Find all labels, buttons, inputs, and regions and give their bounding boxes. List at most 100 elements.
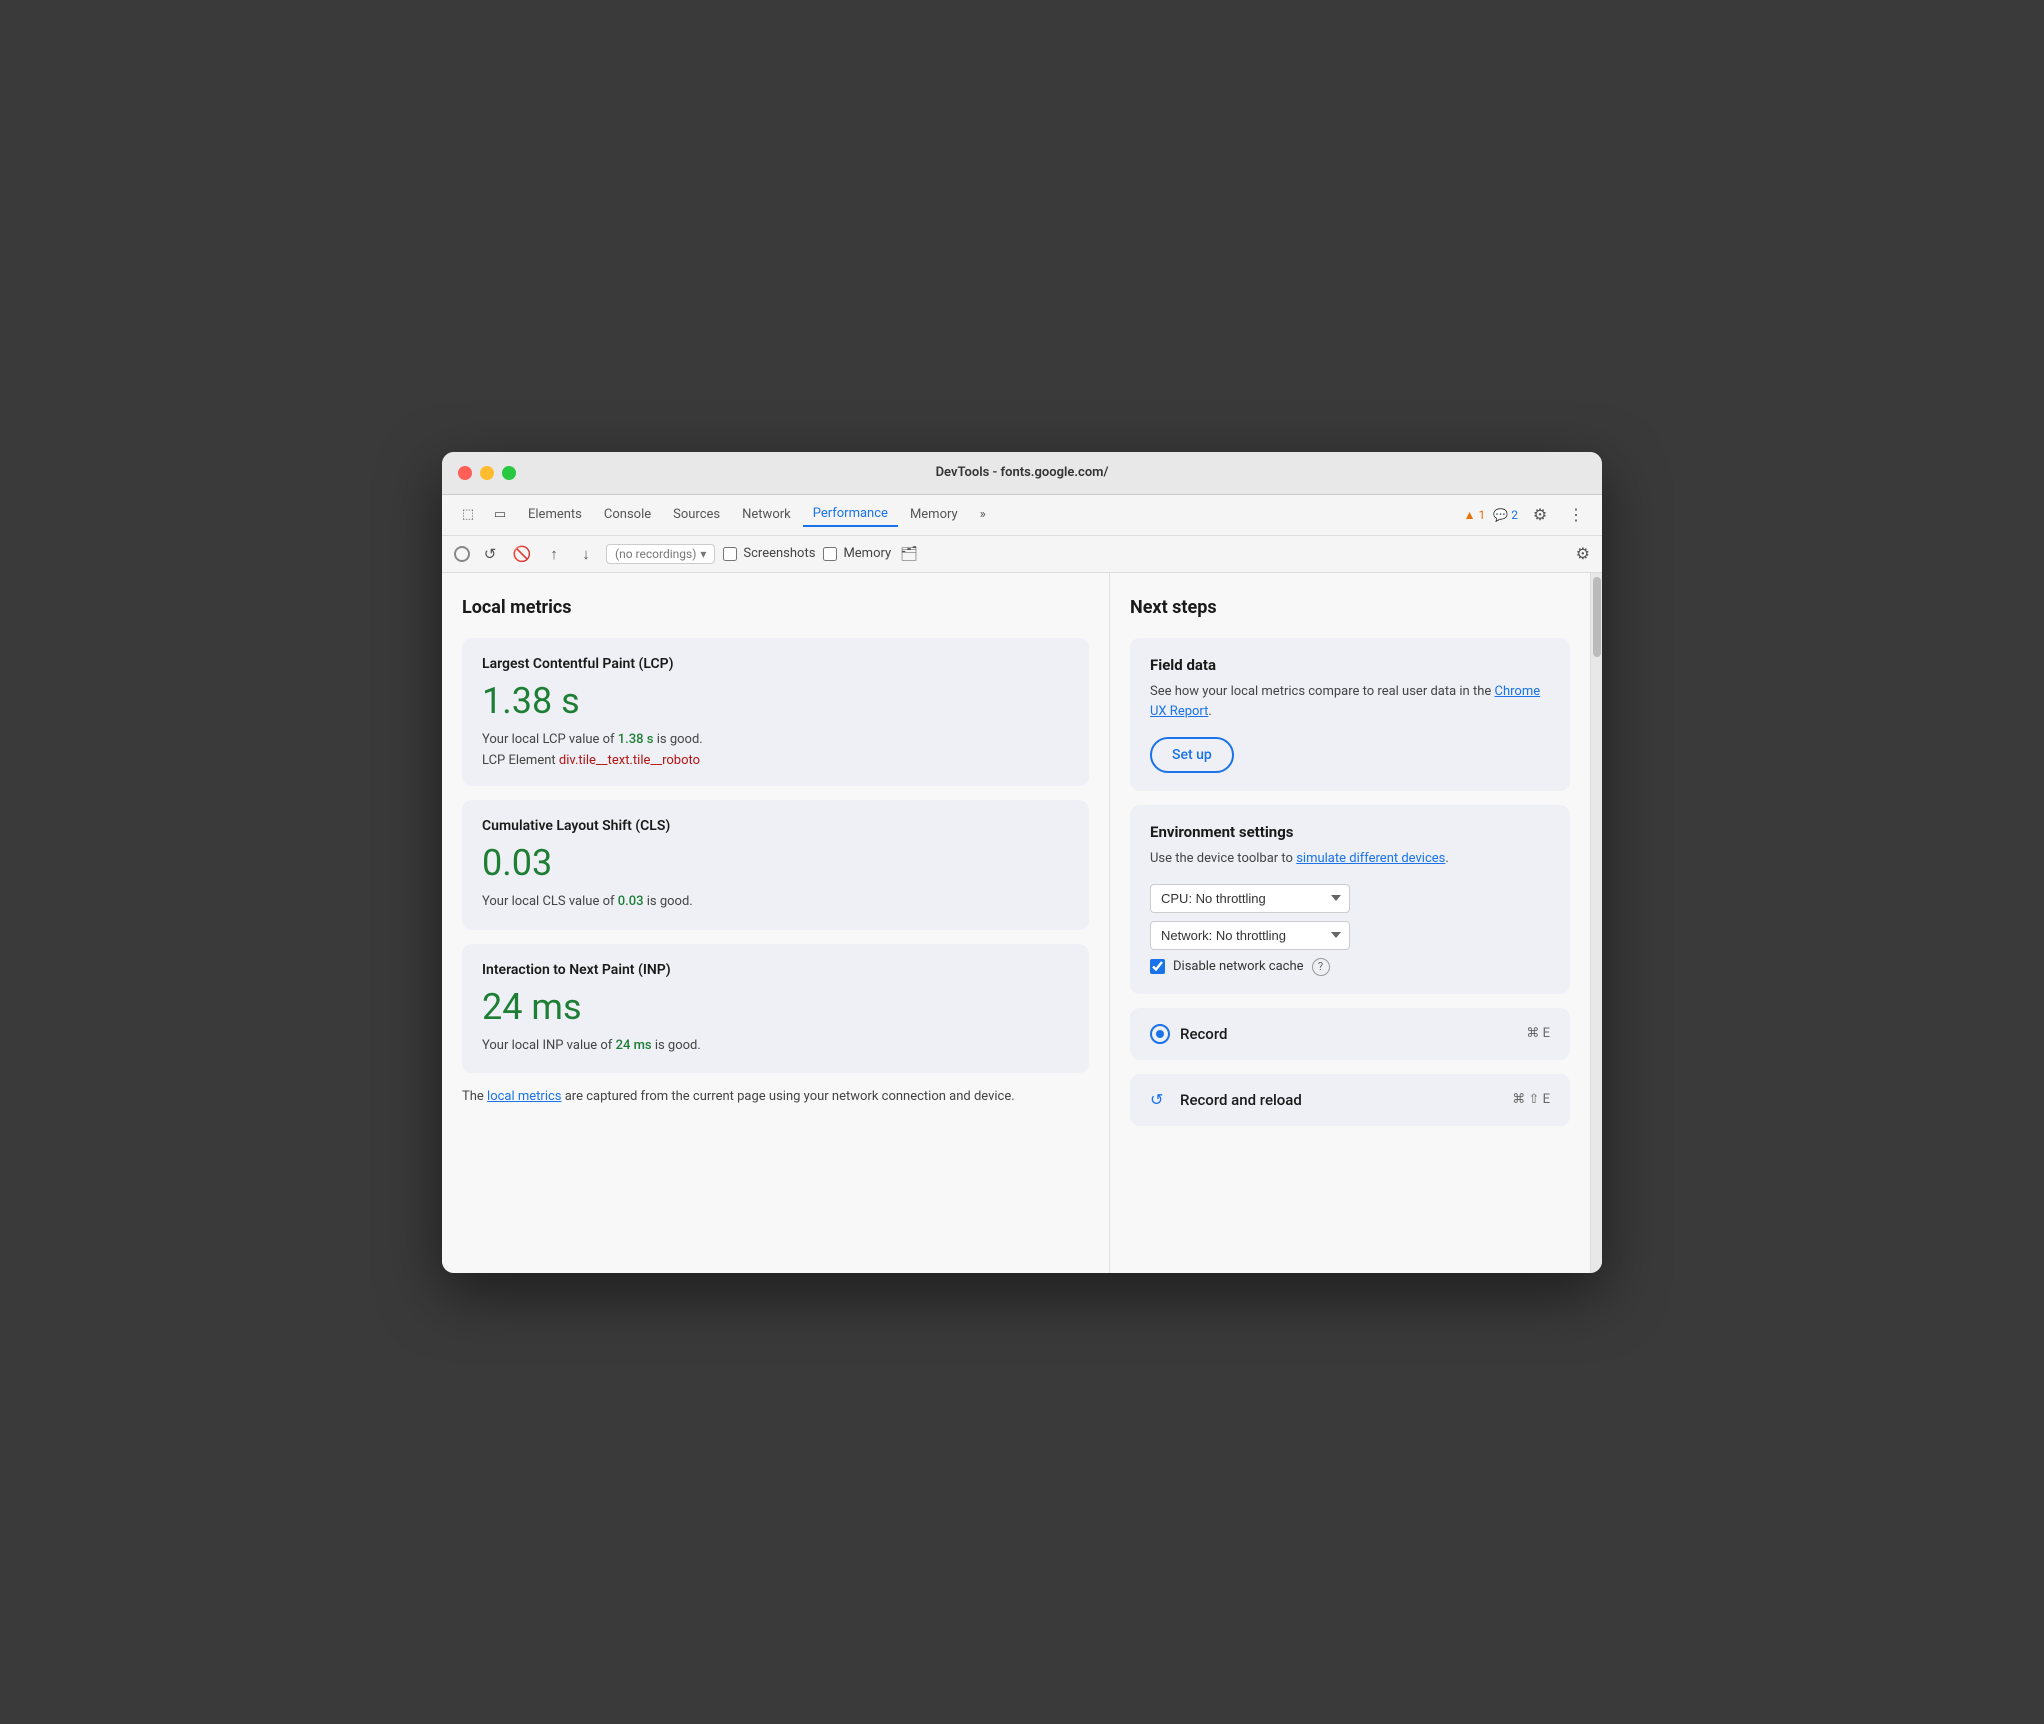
disable-cache-checkbox[interactable]: [1150, 959, 1165, 974]
cls-name: Cumulative Layout Shift (CLS): [482, 818, 1069, 834]
dropdown-arrow-icon: ▾: [700, 547, 706, 561]
upload-button[interactable]: ↑: [542, 542, 566, 566]
toolbar-tabs: Elements Console Sources Network Perform…: [518, 502, 1460, 527]
tab-console[interactable]: Console: [594, 503, 661, 526]
inp-desc-suffix: is good.: [652, 1038, 701, 1053]
record-shortcut: ⌘ E: [1526, 1026, 1550, 1041]
record-inner-icon: [1156, 1030, 1164, 1038]
performance-settings-icon[interactable]: ⚙: [1576, 544, 1590, 563]
record-label: Record: [1180, 1025, 1227, 1043]
help-icon[interactable]: ?: [1312, 958, 1330, 976]
network-dropdown-row: Network: No throttling: [1150, 921, 1550, 950]
environment-settings-card: Environment settings Use the device tool…: [1130, 805, 1570, 994]
refresh-button[interactable]: ↺: [478, 542, 502, 566]
warning-badge[interactable]: ▲ 1: [1464, 508, 1486, 522]
window-title: DevTools - fonts.google.com/: [936, 465, 1109, 480]
recordings-placeholder: (no recordings): [615, 547, 696, 561]
tab-sources[interactable]: Sources: [663, 503, 730, 526]
memory-checkbox[interactable]: [823, 547, 837, 561]
maximize-button[interactable]: [502, 466, 516, 480]
env-settings-desc: Use the device toolbar to simulate diffe…: [1150, 849, 1550, 870]
cls-desc-suffix: is good.: [644, 894, 693, 909]
memory-label: Memory: [843, 546, 891, 561]
inp-value: 24 ms: [482, 986, 1069, 1028]
recordings-dropdown[interactable]: (no recordings) ▾: [606, 544, 715, 564]
message-count: 2: [1511, 508, 1518, 522]
local-metrics-link[interactable]: local metrics: [487, 1089, 561, 1104]
tab-network[interactable]: Network: [732, 503, 801, 526]
note-prefix: The: [462, 1089, 487, 1104]
record-reload-action-card[interactable]: ↺ Record and reload ⌘ ⇧ E: [1130, 1074, 1570, 1126]
simulate-devices-link[interactable]: simulate different devices: [1296, 851, 1445, 866]
right-panel: Next steps Field data See how your local…: [1110, 573, 1590, 1273]
secondary-toolbar: ↺ 🚫 ↑ ↓ (no recordings) ▾ Screenshots Me…: [442, 536, 1602, 573]
record-action-card[interactable]: Record ⌘ E: [1130, 1008, 1570, 1060]
disable-cache-label: Disable network cache: [1173, 959, 1304, 974]
network-throttling-dropdown[interactable]: Network: No throttling: [1150, 921, 1350, 950]
lcp-element-link[interactable]: div.tile__text.tile__roboto: [559, 753, 700, 768]
more-options-icon[interactable]: ⋮: [1562, 501, 1590, 529]
cls-card: Cumulative Layout Shift (CLS) 0.03 Your …: [462, 800, 1089, 930]
primary-toolbar: ⬚ ▭ Elements Console Sources Network Per…: [442, 495, 1602, 536]
warning-triangle-icon: ▲: [1464, 508, 1476, 522]
close-button[interactable]: [458, 466, 472, 480]
lcp-desc-suffix: is good.: [654, 732, 703, 747]
field-data-card: Field data See how your local metrics co…: [1130, 638, 1570, 792]
lcp-element-row: LCP Element div.tile__text.tile__roboto: [482, 753, 1069, 768]
clear-button[interactable]: 🚫: [510, 542, 534, 566]
profile-type-icon[interactable]: 🗂: [899, 544, 919, 564]
cursor-icon[interactable]: ⬚: [454, 501, 482, 529]
field-data-title: Field data: [1150, 656, 1550, 674]
warning-count: 1: [1479, 508, 1486, 522]
record-action-left: Record: [1150, 1024, 1227, 1044]
field-data-desc-prefix: See how your local metrics compare to re…: [1150, 684, 1495, 699]
lcp-desc-value: 1.38 s: [618, 732, 654, 747]
scrollbar-thumb[interactable]: [1593, 577, 1601, 657]
cpu-dropdown-row: CPU: No throttling: [1150, 884, 1550, 913]
screenshots-checkbox[interactable]: [723, 547, 737, 561]
record-circle-icon: [1150, 1024, 1170, 1044]
settings-icon[interactable]: ⚙: [1526, 501, 1554, 529]
lcp-desc-prefix: Your local LCP value of: [482, 732, 618, 747]
tab-elements[interactable]: Elements: [518, 503, 592, 526]
screenshots-label: Screenshots: [743, 546, 815, 561]
minimize-button[interactable]: [480, 466, 494, 480]
inp-desc-value: 24 ms: [616, 1038, 652, 1053]
scrollbar[interactable]: [1590, 573, 1602, 1273]
main-content: Local metrics Largest Contentful Paint (…: [442, 573, 1602, 1273]
tab-more[interactable]: »: [970, 503, 996, 526]
record-reload-action-left: ↺ Record and reload: [1150, 1090, 1302, 1110]
next-steps-title: Next steps: [1130, 597, 1570, 618]
disable-cache-row: Disable network cache ?: [1150, 958, 1550, 976]
screenshots-checkbox-group: Screenshots: [723, 546, 815, 561]
lcp-card: Largest Contentful Paint (LCP) 1.38 s Yo…: [462, 638, 1089, 787]
env-desc-suffix: .: [1445, 851, 1448, 866]
lcp-element-label: LCP Element: [482, 753, 556, 768]
record-reload-icon: ↺: [1150, 1090, 1170, 1110]
lcp-value: 1.38 s: [482, 680, 1069, 722]
local-metrics-title: Local metrics: [462, 597, 1089, 618]
devtools-window: DevTools - fonts.google.com/ ⬚ ▭ Element…: [442, 452, 1602, 1273]
field-data-desc: See how your local metrics compare to re…: [1150, 682, 1550, 724]
message-badge[interactable]: 💬 2: [1493, 508, 1518, 522]
cpu-throttling-dropdown[interactable]: CPU: No throttling: [1150, 884, 1350, 913]
inp-name: Interaction to Next Paint (INP): [482, 962, 1069, 978]
message-icon: 💬: [1493, 508, 1508, 522]
lcp-desc: Your local LCP value of 1.38 s is good.: [482, 730, 1069, 750]
cls-desc: Your local CLS value of 0.03 is good.: [482, 892, 1069, 912]
field-data-desc-suffix: .: [1208, 704, 1211, 719]
cls-desc-value: 0.03: [618, 894, 644, 909]
tab-memory[interactable]: Memory: [900, 503, 968, 526]
traffic-lights: [458, 466, 516, 480]
lcp-name: Largest Contentful Paint (LCP): [482, 656, 1069, 672]
inp-card: Interaction to Next Paint (INP) 24 ms Yo…: [462, 944, 1089, 1074]
download-button[interactable]: ↓: [574, 542, 598, 566]
env-desc-prefix: Use the device toolbar to: [1150, 851, 1296, 866]
inp-desc: Your local INP value of 24 ms is good.: [482, 1036, 1069, 1056]
record-reload-label: Record and reload: [1180, 1091, 1302, 1109]
cls-desc-prefix: Your local CLS value of: [482, 894, 618, 909]
setup-button[interactable]: Set up: [1150, 737, 1234, 773]
device-toolbar-icon[interactable]: ▭: [486, 501, 514, 529]
record-button[interactable]: [454, 546, 470, 562]
tab-performance[interactable]: Performance: [803, 502, 898, 527]
